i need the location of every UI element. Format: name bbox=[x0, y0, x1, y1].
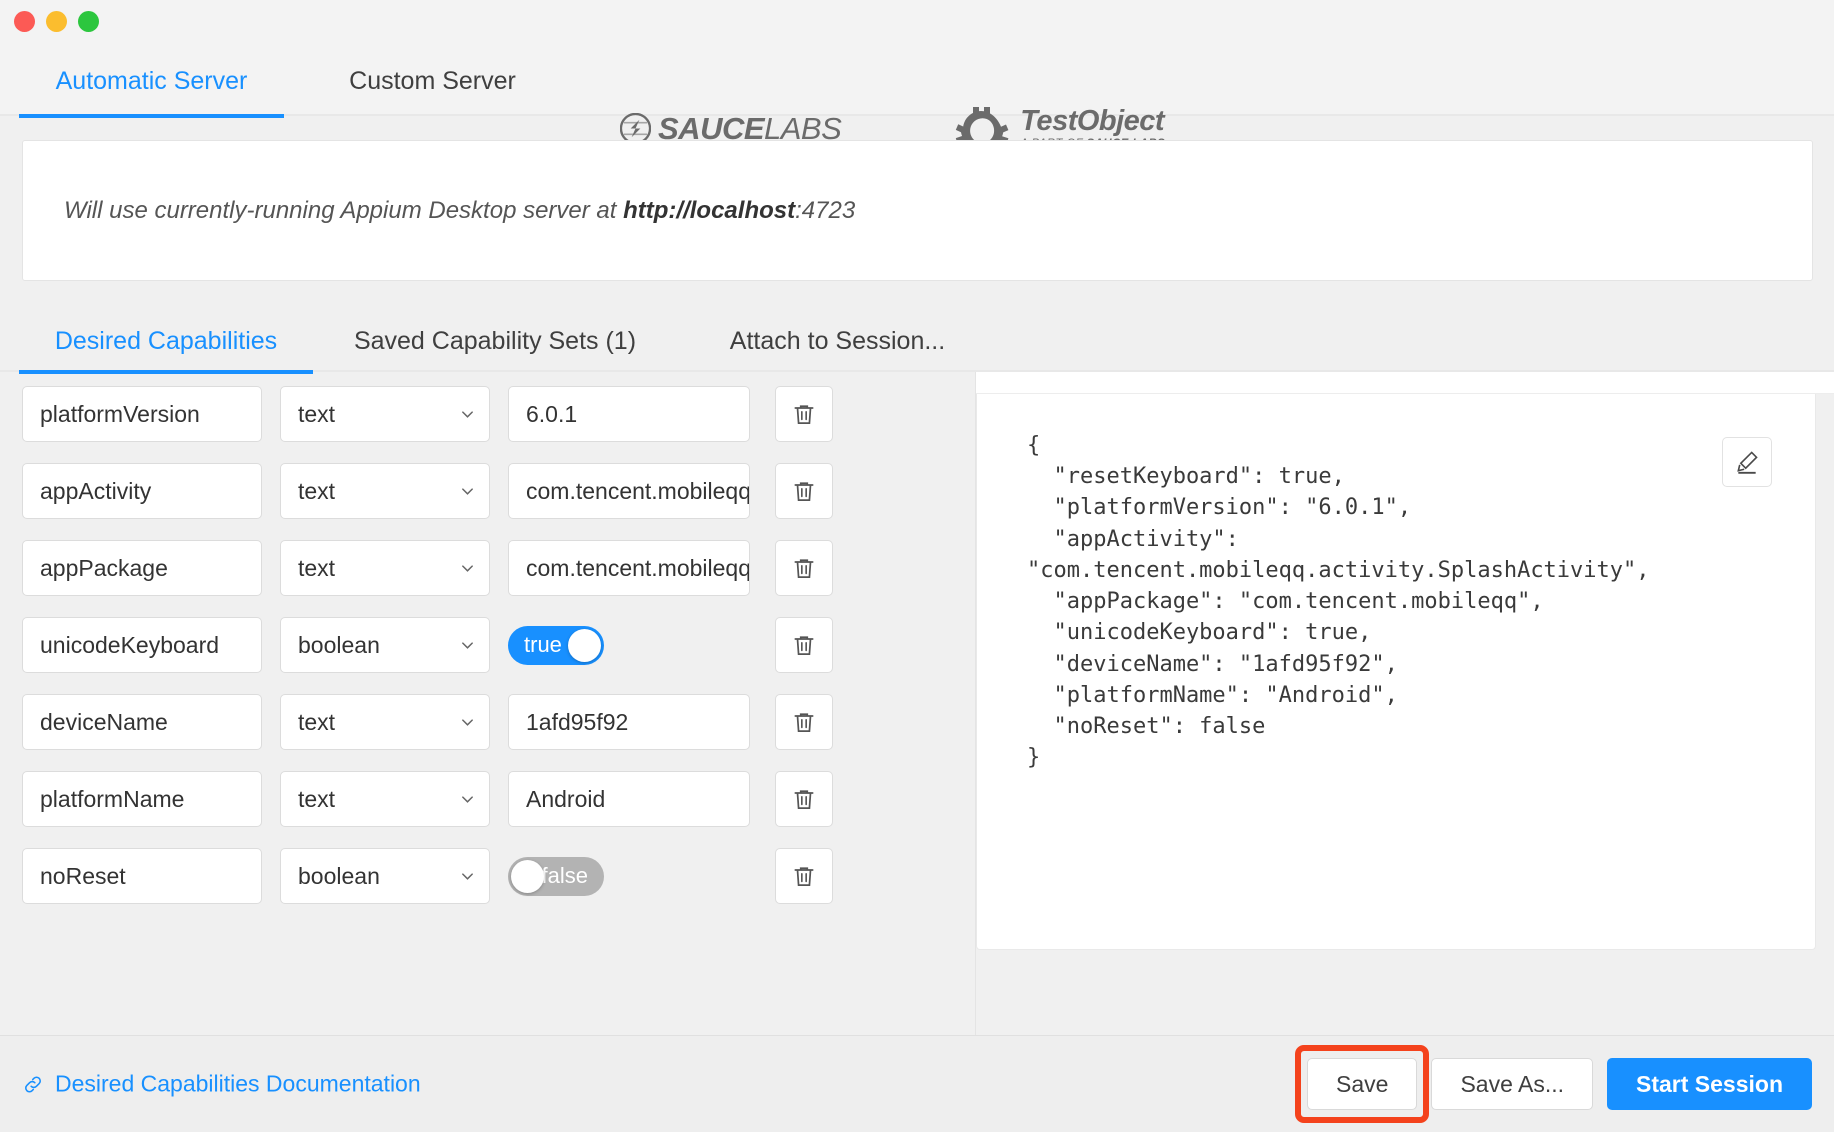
server-tab-bar: Automatic Server Custom Server SAUCELABS… bbox=[0, 47, 1834, 150]
capability-name-input[interactable]: platformVersion bbox=[22, 386, 262, 442]
traffic-lights bbox=[14, 11, 99, 32]
capability-type-select[interactable]: text bbox=[280, 540, 490, 596]
capability-name-input[interactable]: deviceName bbox=[22, 694, 262, 750]
tab-custom-server[interactable]: Custom Server bbox=[300, 47, 565, 116]
capability-row: noReset boolean false bbox=[22, 848, 952, 904]
trash-icon bbox=[794, 712, 814, 732]
json-preview-box: { "resetKeyboard": true, "platformVersio… bbox=[976, 394, 1816, 950]
capability-value-toggle-label: false bbox=[541, 863, 588, 888]
start-session-button-label: Start Session bbox=[1636, 1070, 1783, 1097]
chevron-down-icon bbox=[462, 565, 473, 572]
tab-attach-to-session[interactable]: Attach to Session... bbox=[690, 310, 985, 372]
capability-value-input[interactable]: 6.0.1 bbox=[508, 386, 750, 442]
toggle-knob bbox=[568, 628, 601, 662]
server-info-banner: Will use currently-running Appium Deskto… bbox=[22, 140, 1813, 281]
capability-value-toggle-wrapper: true bbox=[508, 625, 750, 665]
edit-json-button[interactable] bbox=[1722, 437, 1772, 487]
main-content: platformVersion text 6.0.1 appActivity text c… bbox=[0, 372, 1834, 1035]
desired-capabilities-documentation-link[interactable]: Desired Capabilities Documentation bbox=[22, 1071, 421, 1098]
capability-value-input[interactable]: Android bbox=[508, 771, 750, 827]
chevron-down-icon bbox=[462, 642, 473, 649]
capability-rows-list[interactable]: platformVersion text 6.0.1 appActivity text c… bbox=[0, 372, 975, 1035]
capability-name-input[interactable]: appActivity bbox=[22, 463, 262, 519]
testobject-name: TestObject bbox=[1020, 104, 1165, 137]
capability-value-toggle[interactable]: false bbox=[508, 856, 604, 896]
delete-capability-button[interactable] bbox=[775, 694, 833, 750]
delete-capability-button[interactable] bbox=[775, 617, 833, 673]
save-button-label: Save bbox=[1336, 1070, 1389, 1097]
start-session-button[interactable]: Start Session bbox=[1607, 1058, 1812, 1110]
trash-icon bbox=[794, 866, 814, 886]
delete-capability-button[interactable] bbox=[775, 771, 833, 827]
server-info-prefix: Will use currently-running Appium Deskto… bbox=[64, 196, 624, 224]
capability-type-select[interactable]: text bbox=[280, 694, 490, 750]
tab-attach-to-session-label: Attach to Session... bbox=[729, 326, 946, 355]
capability-name-input[interactable]: appPackage bbox=[22, 540, 262, 596]
json-preview-text: { "resetKeyboard": true, "platformVersio… bbox=[1027, 433, 1650, 771]
capability-type-select[interactable]: text bbox=[280, 463, 490, 519]
capability-value-toggle-wrapper: false bbox=[508, 856, 750, 896]
server-info-host: http://localhost bbox=[623, 196, 796, 224]
capability-row: platformVersion text 6.0.1 bbox=[22, 386, 952, 442]
capability-type-select[interactable]: text bbox=[280, 771, 490, 827]
capability-type-select[interactable]: boolean bbox=[280, 848, 490, 904]
json-panel-header bbox=[976, 372, 1834, 394]
server-info-port: :4723 bbox=[795, 196, 856, 224]
capability-value-input[interactable]: com.tencent.mobileqq bbox=[508, 463, 750, 519]
delete-capability-button[interactable] bbox=[775, 386, 833, 442]
capability-row: appPackage text com.tencent.mobileqq bbox=[22, 540, 952, 596]
capability-row: platformName text Android bbox=[22, 771, 952, 827]
capability-type-select[interactable]: text bbox=[280, 386, 490, 442]
capability-value-input[interactable]: com.tencent.mobileqq bbox=[508, 540, 750, 596]
trash-icon bbox=[794, 789, 814, 809]
capability-tab-bar: Desired Capabilities Saved Capability Se… bbox=[0, 310, 1834, 374]
capability-value-toggle[interactable]: true bbox=[508, 625, 604, 665]
close-window-button[interactable] bbox=[14, 11, 35, 32]
tab-saved-capability-sets[interactable]: Saved Capability Sets (1) bbox=[330, 310, 660, 372]
delete-capability-button[interactable] bbox=[775, 463, 833, 519]
trash-icon bbox=[794, 404, 814, 424]
capability-row: appActivity text com.tencent.mobileqq bbox=[22, 463, 952, 519]
doc-link-label: Desired Capabilities Documentation bbox=[55, 1070, 421, 1097]
delete-capability-button[interactable] bbox=[775, 540, 833, 596]
maximize-window-button[interactable] bbox=[78, 11, 99, 32]
tab-automatic-server[interactable]: Automatic Server bbox=[19, 47, 284, 118]
chevron-down-icon bbox=[462, 488, 473, 495]
window-titlebar bbox=[0, 0, 1834, 47]
capability-name-input[interactable]: noReset bbox=[22, 848, 262, 904]
tab-desired-capabilities[interactable]: Desired Capabilities bbox=[19, 310, 313, 374]
tab-saved-capability-sets-label: Saved Capability Sets (1) bbox=[353, 326, 637, 355]
trash-icon bbox=[794, 481, 814, 501]
capability-name-input[interactable]: platformName bbox=[22, 771, 262, 827]
save-as-button[interactable]: Save As... bbox=[1431, 1058, 1593, 1110]
save-button-wrapper: Save bbox=[1295, 1045, 1430, 1123]
save-as-button-label: Save As... bbox=[1460, 1070, 1564, 1097]
chevron-down-icon bbox=[462, 873, 473, 880]
chevron-down-icon bbox=[462, 796, 473, 803]
capability-type-select[interactable]: boolean bbox=[280, 617, 490, 673]
trash-icon bbox=[794, 558, 814, 578]
capability-row: unicodeKeyboard boolean true bbox=[22, 617, 952, 673]
save-button[interactable]: Save bbox=[1307, 1058, 1418, 1110]
capability-name-input[interactable]: unicodeKeyboard bbox=[22, 617, 262, 673]
server-info-text: Will use currently-running Appium Deskto… bbox=[64, 197, 855, 225]
json-preview-panel: { "resetKeyboard": true, "platformVersio… bbox=[975, 372, 1834, 1035]
footer-actions: Save Save As... Start Session bbox=[1295, 1045, 1812, 1123]
tab-automatic-server-label: Automatic Server bbox=[55, 67, 248, 95]
footer-bar: Desired Capabilities Documentation Save … bbox=[0, 1035, 1834, 1132]
link-icon bbox=[25, 1076, 41, 1092]
capability-row: deviceName text 1afd95f92 bbox=[22, 694, 952, 750]
chevron-down-icon bbox=[462, 719, 473, 726]
minimize-window-button[interactable] bbox=[46, 11, 67, 32]
pencil-icon bbox=[1737, 451, 1758, 474]
tab-custom-server-label: Custom Server bbox=[349, 67, 516, 95]
trash-icon bbox=[794, 635, 814, 655]
capability-value-input[interactable]: 1afd95f92 bbox=[508, 694, 750, 750]
capability-value-toggle-label: true bbox=[524, 632, 562, 657]
tab-desired-capabilities-label: Desired Capabilities bbox=[54, 326, 278, 355]
active-tab-indicator bbox=[19, 114, 284, 118]
chevron-down-icon bbox=[462, 411, 473, 418]
toggle-knob bbox=[511, 859, 544, 893]
delete-capability-button[interactable] bbox=[775, 848, 833, 904]
